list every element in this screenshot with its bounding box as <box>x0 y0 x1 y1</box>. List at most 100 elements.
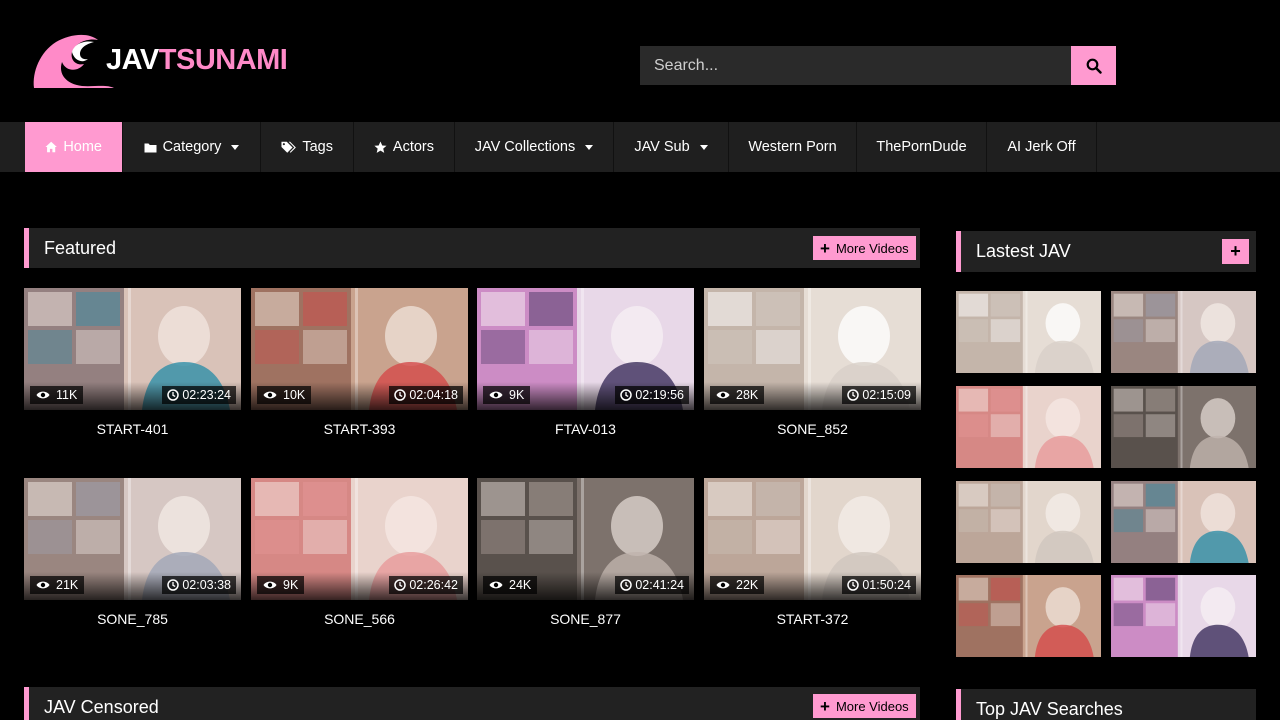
nav-item-label: Western Porn <box>748 139 837 155</box>
latest-video-thumbnail[interactable] <box>956 291 1101 373</box>
view-count-badge: 9K <box>483 386 531 404</box>
clock-icon <box>167 579 180 591</box>
home-icon <box>45 141 57 153</box>
video-thumbnail[interactable]: 22K 01:50:24 <box>704 478 921 600</box>
eye-icon <box>263 581 277 589</box>
video-title[interactable]: START-372 <box>704 611 921 627</box>
video-title[interactable]: SONE_852 <box>704 421 921 437</box>
video-title[interactable]: SONE_785 <box>24 611 241 627</box>
featured-section-header: Featured + More Videos <box>24 228 920 268</box>
section-title: Top JAV Searches <box>976 699 1123 719</box>
more-videos-button[interactable]: + More Videos <box>813 694 916 718</box>
search-button[interactable] <box>1071 46 1116 85</box>
nav-item-label: Actors <box>392 139 434 155</box>
view-count: 9K <box>283 578 299 592</box>
view-count: 9K <box>509 388 525 402</box>
video-thumbnail[interactable]: 9K 02:19:56 <box>477 288 694 410</box>
duration-badge: 02:26:42 <box>389 576 463 594</box>
video-thumbnail[interactable]: 28K 02:15:09 <box>704 288 921 410</box>
video-card[interactable]: 28K 02:15:09 SONE_852 <box>704 288 921 437</box>
duration: 02:26:42 <box>409 578 458 592</box>
video-card[interactable]: 21K 02:03:38 SONE_785 <box>24 478 241 627</box>
nav-item-jav-collections[interactable]: JAV Collections <box>455 122 614 172</box>
clock-icon <box>167 389 180 401</box>
eye-icon <box>263 391 277 399</box>
site-logo[interactable]: JAVTSUNAMI <box>30 32 288 92</box>
nav-item-label: Tags <box>302 139 333 155</box>
latest-more-button[interactable]: + <box>1222 239 1249 264</box>
nav-item-western-porn[interactable]: Western Porn <box>729 122 857 172</box>
duration: 02:04:18 <box>409 388 458 402</box>
top-searches-header: Top JAV Searches <box>956 689 1256 720</box>
nav-item-label: ThePornDude <box>876 139 967 155</box>
view-count-badge: 10K <box>257 386 312 404</box>
duration: 02:15:09 <box>862 388 911 402</box>
logo-text-pink: TSUNAMI <box>158 44 288 76</box>
view-count: 21K <box>56 578 79 592</box>
duration-badge: 02:19:56 <box>615 386 689 404</box>
eye-icon <box>489 391 503 399</box>
latest-video-thumbnail[interactable] <box>1111 575 1256 657</box>
video-thumbnail[interactable]: 24K 02:41:24 <box>477 478 694 600</box>
video-thumbnail[interactable]: 11K 02:23:24 <box>24 288 241 410</box>
nav-item-label: Home <box>63 139 102 155</box>
video-title[interactable]: START-401 <box>24 421 241 437</box>
latest-video-thumbnail[interactable] <box>956 575 1101 657</box>
duration-badge: 02:03:38 <box>162 576 236 594</box>
video-title[interactable]: FTAV-013 <box>477 421 694 437</box>
nav-item-jav-sub[interactable]: JAV Sub <box>614 122 729 172</box>
view-count: 28K <box>736 388 759 402</box>
nav-item-category[interactable]: Category <box>123 122 261 172</box>
view-count: 24K <box>509 578 532 592</box>
duration: 02:41:24 <box>635 578 684 592</box>
chevron-down-icon <box>699 144 708 150</box>
duration: 02:19:56 <box>635 388 684 402</box>
video-card[interactable]: 11K 02:23:24 START-401 <box>24 288 241 437</box>
logo-text: JAVTSUNAMI <box>106 44 288 77</box>
view-count: 10K <box>283 388 306 402</box>
nav-item-label: AI Jerk Off <box>1007 139 1076 155</box>
nav-item-label: JAV Sub <box>634 139 690 155</box>
latest-video-thumbnail[interactable] <box>1111 386 1256 468</box>
video-card[interactable]: 10K 02:04:18 START-393 <box>251 288 468 437</box>
view-count-badge: 24K <box>483 576 538 594</box>
clock-icon <box>847 579 860 591</box>
more-videos-label: More Videos <box>835 240 909 256</box>
nav-item-ai-jerk-off[interactable]: AI Jerk Off <box>987 122 1097 172</box>
star-icon <box>374 141 387 153</box>
duration-badge: 01:50:24 <box>842 576 916 594</box>
nav-item-label: Category <box>162 139 222 155</box>
nav-item-home[interactable]: Home <box>25 122 123 172</box>
video-card[interactable]: 9K 02:19:56 FTAV-013 <box>477 288 694 437</box>
clock-icon <box>620 389 633 401</box>
more-videos-button[interactable]: + More Videos <box>813 236 916 260</box>
clock-icon <box>394 579 407 591</box>
video-title[interactable]: SONE_566 <box>251 611 468 627</box>
latest-video-thumbnail[interactable] <box>956 386 1101 468</box>
duration: 02:23:24 <box>182 388 231 402</box>
latest-video-thumbnail[interactable] <box>1111 481 1256 563</box>
clock-icon <box>394 389 407 401</box>
view-count-badge: 11K <box>30 386 84 404</box>
video-thumbnail[interactable]: 21K 02:03:38 <box>24 478 241 600</box>
latest-video-thumbnail[interactable] <box>956 481 1101 563</box>
video-card[interactable]: 24K 02:41:24 SONE_877 <box>477 478 694 627</box>
video-thumbnail[interactable]: 10K 02:04:18 <box>251 288 468 410</box>
eye-icon <box>36 391 50 399</box>
plus-icon: + <box>820 696 830 716</box>
nav-item-tags[interactable]: Tags <box>261 122 354 172</box>
duration-badge: 02:23:24 <box>162 386 236 404</box>
nav-item-actors[interactable]: Actors <box>354 122 455 172</box>
video-thumbnail[interactable]: 9K 02:26:42 <box>251 478 468 600</box>
clock-icon <box>620 579 633 591</box>
censored-section-header: JAV Censored + More Videos <box>24 687 920 720</box>
search-bar <box>640 46 1116 85</box>
search-input[interactable] <box>640 46 1071 85</box>
video-card[interactable]: 22K 01:50:24 START-372 <box>704 478 921 627</box>
video-title[interactable]: SONE_877 <box>477 611 694 627</box>
nav-item-theporndude[interactable]: ThePornDude <box>857 122 987 172</box>
latest-video-thumbnail[interactable] <box>1111 291 1256 373</box>
folder-icon <box>144 143 157 152</box>
video-title[interactable]: START-393 <box>251 421 468 437</box>
video-card[interactable]: 9K 02:26:42 SONE_566 <box>251 478 468 627</box>
